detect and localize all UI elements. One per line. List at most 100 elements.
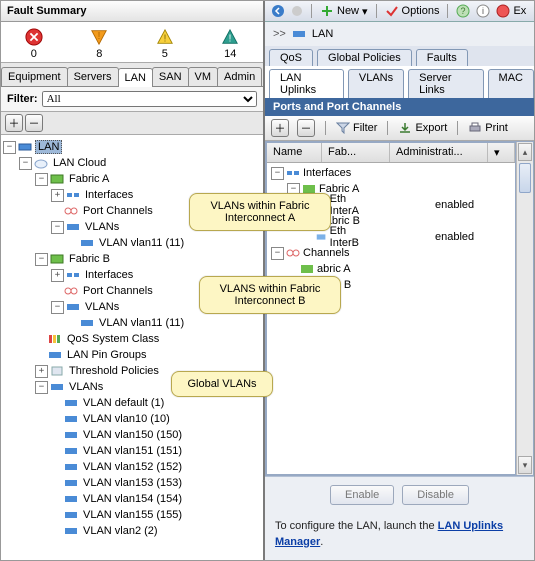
- print-icon: [468, 122, 482, 134]
- col-menu[interactable]: ▾: [488, 143, 515, 162]
- chevron-down-icon: ▾: [362, 5, 368, 18]
- back-icon[interactable]: [271, 4, 285, 18]
- new-button[interactable]: New▾: [320, 4, 368, 18]
- funnel-icon: [336, 122, 350, 134]
- triangle-info-icon: !: [221, 28, 239, 46]
- grid-scrollbar[interactable]: ▴ ▾: [516, 142, 533, 475]
- tree-vlan11-a[interactable]: VLAN vlan11 (11): [97, 237, 186, 249]
- grid-eth-b[interactable]: Eth InterB: [330, 225, 372, 249]
- col-admin[interactable]: Administrati...: [390, 143, 488, 162]
- plus-icon: [320, 4, 334, 18]
- tab-global-policies[interactable]: Global Policies: [317, 49, 412, 66]
- export-button[interactable]: Export: [398, 122, 447, 134]
- grid-eth-a[interactable]: Eth InterA: [330, 193, 372, 217]
- vlan-icon: [64, 509, 78, 521]
- vlan-icon: [64, 477, 78, 489]
- fault-summary-title: Fault Summary: [1, 1, 263, 22]
- fabric-icon: [50, 173, 64, 185]
- filter-button[interactable]: Filter: [336, 122, 377, 134]
- grid-channels[interactable]: Channels: [303, 247, 349, 259]
- info-icon[interactable]: i: [476, 4, 490, 18]
- tree-threshold[interactable]: Threshold Policies: [67, 365, 161, 377]
- pin-icon: [48, 349, 62, 361]
- breadcrumb-lan[interactable]: LAN: [312, 28, 333, 40]
- col-fab[interactable]: Fab...: [322, 143, 390, 162]
- tab-lan-uplinks[interactable]: LAN Uplinks: [269, 69, 344, 98]
- disable-button[interactable]: Disable: [402, 485, 469, 505]
- tree-fabric-a[interactable]: Fabric A: [67, 173, 111, 185]
- tab-admin[interactable]: Admin: [217, 67, 262, 86]
- help-icon[interactable]: ?: [456, 4, 470, 18]
- tree-pin-groups[interactable]: LAN Pin Groups: [65, 349, 148, 361]
- svg-text:i: i: [482, 6, 484, 16]
- filter-select[interactable]: All: [42, 91, 257, 107]
- print-button[interactable]: Print: [468, 122, 508, 134]
- tab-equipment[interactable]: Equipment: [1, 67, 68, 86]
- tree-vlans-b[interactable]: VLANs: [83, 301, 121, 313]
- tree-fabric-b[interactable]: Fabric B: [67, 253, 112, 265]
- right-toolbar: New▾ Options ? i Ex: [265, 1, 534, 22]
- expand-button[interactable]: ＋: [5, 114, 23, 132]
- scroll-thumb[interactable]: [519, 163, 531, 193]
- lan-root-icon: [18, 141, 32, 153]
- tree-global-vlan[interactable]: VLAN vlan151 (151): [81, 445, 184, 457]
- export-icon: [398, 122, 412, 134]
- tree-global-vlan[interactable]: VLAN vlan150 (150): [81, 429, 184, 441]
- tab-server-links[interactable]: Server Links: [408, 69, 483, 98]
- exit-button[interactable]: Ex: [496, 4, 526, 18]
- exit-icon: [496, 4, 510, 18]
- tab-vlans[interactable]: VLANs: [348, 69, 404, 98]
- enable-button[interactable]: Enable: [330, 485, 394, 505]
- triangle-up-icon: !: [156, 28, 174, 46]
- tree-global-vlan[interactable]: VLAN vlan152 (152): [81, 461, 184, 473]
- tree-portchannels-a[interactable]: Port Channels: [81, 205, 155, 217]
- tree-vlan11-b[interactable]: VLAN vlan11 (11): [97, 317, 186, 329]
- tab-mac[interactable]: MAC: [488, 69, 534, 98]
- right-tabs-row1: QoS Global Policies Faults: [265, 46, 534, 66]
- tree-lan-root[interactable]: LAN: [35, 140, 62, 154]
- tree-global-vlan[interactable]: VLAN default (1): [81, 397, 166, 409]
- tab-vm[interactable]: VM: [188, 67, 219, 86]
- fault-critical[interactable]: 0: [25, 28, 43, 60]
- grid-expand-button[interactable]: ＋: [271, 119, 289, 137]
- footer-hint: To configure the LAN, launch the LAN Upl…: [265, 513, 534, 560]
- tab-qos[interactable]: QoS: [269, 49, 313, 66]
- tree-global-vlan[interactable]: VLAN vlan2 (2): [81, 525, 160, 537]
- tree-interfaces-b[interactable]: Interfaces: [83, 269, 135, 281]
- tab-servers[interactable]: Servers: [67, 67, 119, 86]
- twisty-icon[interactable]: −: [3, 141, 16, 154]
- grid-collapse-button[interactable]: －: [297, 119, 315, 137]
- tree-global-vlan[interactable]: VLAN vlan155 (155): [81, 509, 184, 521]
- tree-vlans-a[interactable]: VLANs: [83, 221, 121, 233]
- forward-icon[interactable]: [291, 5, 303, 17]
- fault-major[interactable]: ! 8: [90, 28, 108, 60]
- vlan-icon: [64, 461, 78, 473]
- tab-lan[interactable]: LAN: [118, 68, 153, 87]
- tab-faults[interactable]: Faults: [416, 49, 468, 66]
- vlan-icon: [80, 237, 94, 249]
- port-channels-icon: [64, 285, 78, 297]
- tree-global-vlan[interactable]: VLAN vlan154 (154): [81, 493, 184, 505]
- filter-label: Filter:: [7, 93, 38, 105]
- breadcrumb: >> LAN: [265, 22, 534, 46]
- grid-interfaces[interactable]: Interfaces: [303, 167, 351, 179]
- tree-portchannels-b[interactable]: Port Channels: [81, 285, 155, 297]
- fault-warning[interactable]: ! 14: [221, 28, 239, 60]
- vlan-icon: [64, 525, 78, 537]
- tree-global-vlan[interactable]: VLAN vlan153 (153): [81, 477, 184, 489]
- tree-qos[interactable]: QoS System Class: [65, 333, 161, 345]
- scroll-up-icon[interactable]: ▴: [518, 143, 532, 161]
- options-button[interactable]: Options: [385, 4, 440, 18]
- collapse-button[interactable]: －: [25, 114, 43, 132]
- tree-lan-cloud[interactable]: LAN Cloud: [51, 157, 108, 169]
- tree-vlans-global[interactable]: VLANs: [67, 381, 105, 393]
- scroll-down-icon[interactable]: ▾: [518, 456, 532, 474]
- tab-san[interactable]: SAN: [152, 67, 189, 86]
- callout-global: Global VLANs: [171, 371, 273, 397]
- grid-eth-b-state: enabled: [431, 231, 515, 243]
- fault-minor[interactable]: ! 5: [156, 28, 174, 60]
- tree-interfaces-a[interactable]: Interfaces: [83, 189, 135, 201]
- tree-global-vlan[interactable]: VLAN vlan10 (10): [81, 413, 172, 425]
- col-name[interactable]: Name: [267, 143, 322, 162]
- grid-ch-a[interactable]: abric A: [317, 263, 351, 275]
